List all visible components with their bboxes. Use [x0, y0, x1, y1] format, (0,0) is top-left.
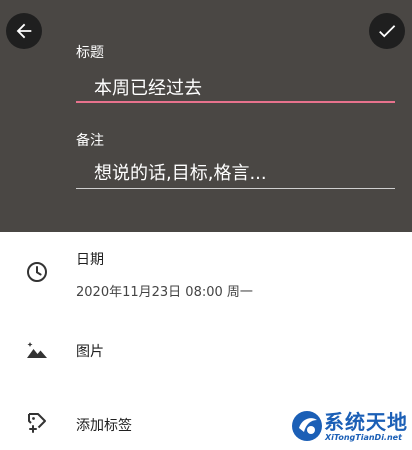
- title-input[interactable]: [76, 73, 395, 103]
- image-label: 图片: [76, 344, 104, 360]
- watermark-logo-icon: [292, 411, 322, 441]
- watermark-subtitle: XiTongTianDi.net: [325, 433, 402, 442]
- date-row[interactable]: 日期 2020年11月23日 08:00 周一: [0, 232, 412, 327]
- check-icon: [379, 25, 396, 38]
- title-label: 标题: [76, 45, 104, 61]
- date-value: 2020年11月23日 08:00 周一: [76, 285, 253, 300]
- image-row[interactable]: 图片: [0, 327, 412, 373]
- confirm-button[interactable]: [369, 13, 405, 49]
- image-icon: [25, 338, 49, 362]
- arrow-left-icon: [16, 23, 32, 39]
- add-tag-label: 添加标签: [76, 418, 132, 434]
- date-label: 日期: [76, 252, 104, 268]
- note-input[interactable]: [76, 158, 395, 189]
- add-tag-icon: [25, 410, 49, 434]
- top-edit-panel: 标题 备注: [0, 0, 412, 232]
- clock-icon: [25, 260, 49, 284]
- watermark: 系统天地 XiTongTianDi.net: [290, 403, 412, 450]
- back-button[interactable]: [6, 13, 42, 49]
- note-label: 备注: [76, 133, 104, 149]
- watermark-title: 系统天地: [324, 410, 408, 434]
